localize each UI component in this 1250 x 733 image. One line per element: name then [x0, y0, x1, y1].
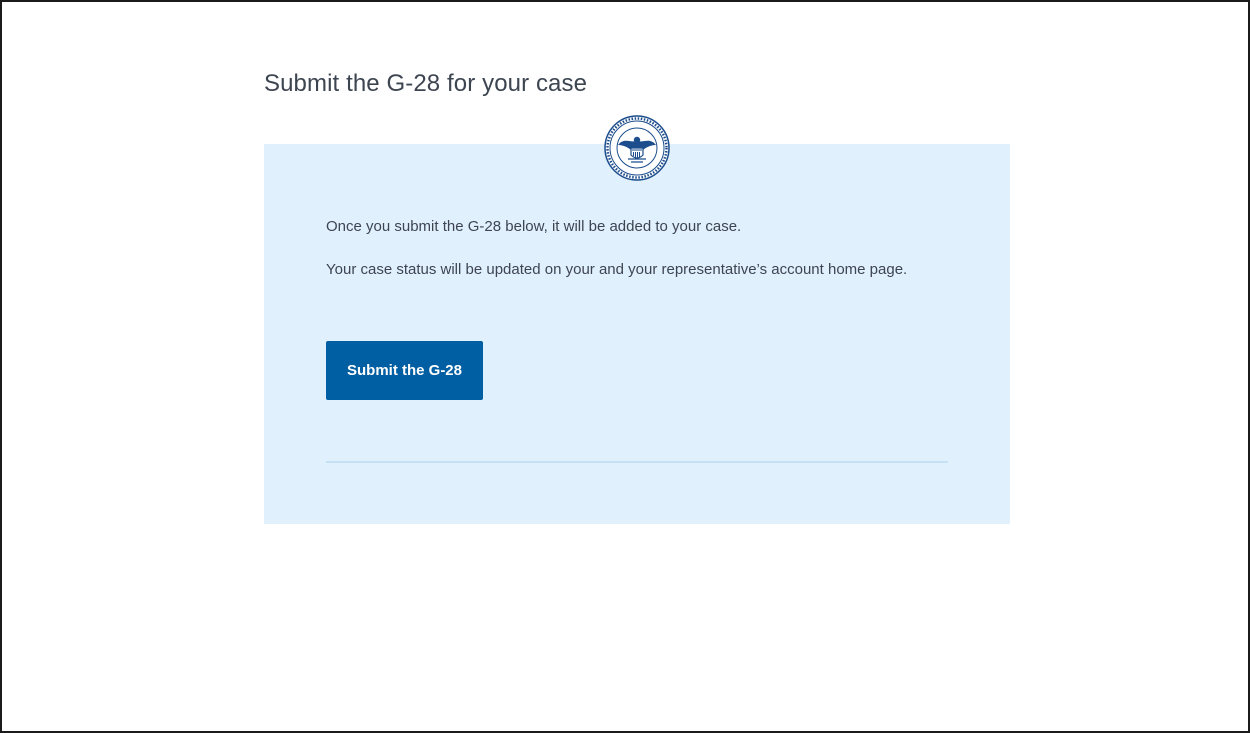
dhs-seal-icon: [604, 115, 670, 181]
submit-info-text: Once you submit the G-28 below, it will …: [326, 218, 742, 235]
submit-g28-button[interactable]: Submit the G-28: [326, 341, 483, 400]
divider: [326, 461, 948, 463]
submit-card: [264, 144, 1010, 524]
page-title: Submit the G-28 for your case: [264, 70, 588, 97]
page-frame: Submit the G-28 for your case Once you s…: [0, 0, 1250, 733]
status-update-text: Your case status will be updated on your…: [326, 261, 908, 278]
